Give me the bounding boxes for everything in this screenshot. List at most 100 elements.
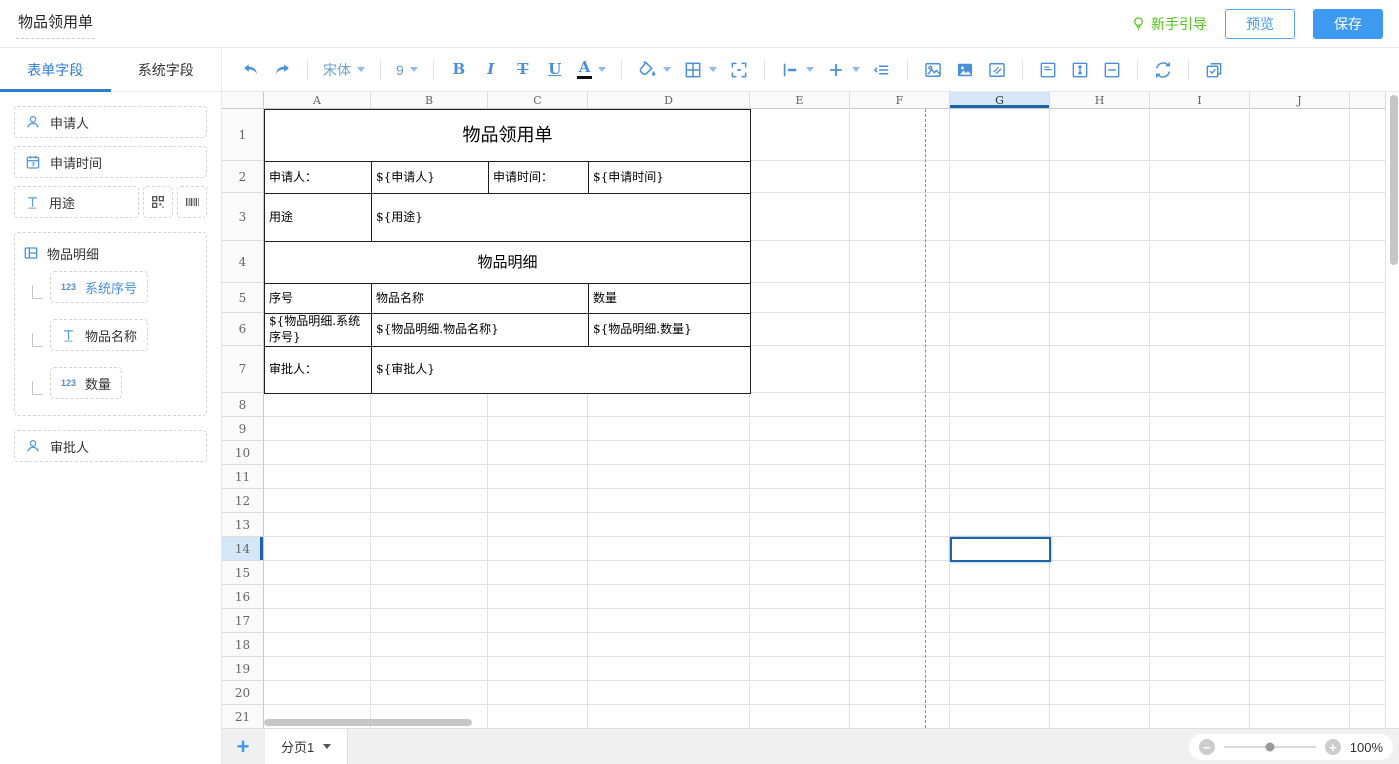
cell-r5c1[interactable]: 序号 [264, 283, 372, 314]
strikethrough-button[interactable]: T [510, 56, 536, 84]
image-filled-button[interactable] [952, 56, 978, 84]
field-purpose[interactable]: 用途 [14, 186, 139, 218]
row-header-3[interactable]: 3 [222, 193, 264, 241]
qrcode-button[interactable] [143, 186, 173, 218]
tab-system-fields[interactable]: 系统字段 [111, 48, 222, 91]
row-header-12[interactable]: 12 [222, 489, 264, 513]
font-family-select[interactable]: 宋体 [317, 60, 371, 80]
cell-r3c1[interactable]: 用途 [264, 193, 372, 242]
sheet-corner[interactable] [222, 92, 264, 109]
zoom-out-button[interactable]: − [1199, 739, 1215, 755]
cell-r2c3[interactable]: 申请时间： [488, 161, 589, 194]
field-apply-time[interactable]: 申请时间 [14, 146, 207, 178]
field-approver[interactable]: 审批人 [14, 430, 207, 462]
column-header-f[interactable]: F [850, 92, 950, 109]
cell-r2c2[interactable]: ${申请人} [371, 161, 489, 194]
zoom-slider[interactable] [1224, 746, 1316, 748]
row-header-14[interactable]: 14 [222, 537, 264, 561]
font-size-select[interactable]: 9 [390, 62, 424, 78]
column-header-b[interactable]: B [371, 92, 488, 109]
row-header-18[interactable]: 18 [222, 633, 264, 657]
row-header-10[interactable]: 10 [222, 441, 264, 465]
vertical-scrollbar[interactable] [1390, 95, 1398, 265]
cell-r2c4[interactable]: ${申请时间} [588, 161, 751, 194]
column-header-j[interactable]: J [1250, 92, 1350, 109]
cell-r6c4[interactable]: ${物品明细.数量} [588, 313, 751, 347]
row-header-1[interactable]: 1 [222, 109, 264, 161]
tab-form-fields[interactable]: 表单字段 [0, 48, 111, 91]
italic-button[interactable]: I [478, 56, 504, 84]
field-serial-number[interactable]: 123 系统序号 [50, 271, 148, 303]
row-header-6[interactable]: 6 [222, 313, 264, 346]
column-header-d[interactable]: D [588, 92, 750, 109]
row-header-5[interactable]: 5 [222, 283, 264, 313]
row-header-4[interactable]: 4 [222, 241, 264, 283]
page-title[interactable]: 物品领用单 [16, 9, 95, 39]
font-color-button[interactable]: A [574, 56, 610, 84]
row-height-button[interactable] [1067, 56, 1093, 84]
row-header-15[interactable]: 15 [222, 561, 264, 585]
copy-check-button[interactable] [1201, 56, 1227, 84]
zoom-level: 100% [1350, 740, 1383, 755]
watermark-button[interactable] [984, 56, 1010, 84]
row-height-icon [1070, 60, 1090, 80]
field-label: 用途 [49, 193, 75, 212]
tree-connector [32, 333, 43, 347]
cell-r6c1[interactable]: ${物品明细.系统序号} [264, 313, 372, 347]
preview-button[interactable]: 预览 [1225, 9, 1295, 39]
zoom-in-button[interactable]: + [1325, 739, 1341, 755]
underline-button[interactable]: U [542, 56, 568, 84]
barcode-button[interactable] [177, 186, 207, 218]
row-list-button[interactable] [869, 56, 895, 84]
divider-box-button[interactable] [1099, 56, 1125, 84]
column-header-e[interactable]: E [750, 92, 850, 109]
column-header-c[interactable]: C [488, 92, 588, 109]
field-applicant[interactable]: 申请人 [14, 106, 207, 138]
sheet-tab[interactable]: 分页1 [264, 729, 348, 764]
insert-button[interactable] [823, 56, 863, 84]
cell-r5c2[interactable]: 物品名称 [371, 283, 589, 314]
text-box-button[interactable] [1035, 56, 1061, 84]
group-header-detail[interactable]: 物品明细 [23, 241, 198, 265]
row-header-2[interactable]: 2 [222, 161, 264, 193]
bold-button[interactable]: B [446, 56, 472, 84]
row-header-11[interactable]: 11 [222, 465, 264, 489]
row-header-17[interactable]: 17 [222, 609, 264, 633]
cell-r7c2[interactable]: ${审批人} [371, 346, 751, 394]
borders-button[interactable] [680, 56, 720, 84]
row-header-20[interactable]: 20 [222, 681, 264, 705]
cell-r4c1[interactable]: 物品明细 [264, 241, 751, 284]
add-sheet-button[interactable]: + [222, 736, 264, 758]
column-header-a[interactable]: A [264, 92, 371, 109]
row-header-13[interactable]: 13 [222, 513, 264, 537]
fill-color-button[interactable] [634, 56, 674, 84]
cell-r2c1[interactable]: 申请人： [264, 161, 372, 194]
insert-image-button[interactable] [920, 56, 946, 84]
beginner-guide-link[interactable]: 新手引导 [1131, 14, 1207, 34]
save-button[interactable]: 保存 [1313, 9, 1383, 39]
zoom-slider-handle[interactable] [1265, 743, 1274, 752]
cell-r7c1[interactable]: 审批人： [264, 346, 372, 394]
refresh-button[interactable] [1150, 56, 1176, 84]
field-quantity[interactable]: 123 数量 [50, 367, 122, 399]
field-item-name[interactable]: 物品名称 [50, 319, 148, 351]
cell-r5c4[interactable]: 数量 [588, 283, 751, 314]
cell-r6c2[interactable]: ${物品明细.物品名称} [371, 313, 589, 347]
cell-r1c1[interactable]: 物品领用单 [264, 109, 751, 162]
row-header-9[interactable]: 9 [222, 417, 264, 441]
row-header-21[interactable]: 21 [222, 705, 264, 728]
align-button[interactable] [777, 56, 817, 84]
horizontal-scrollbar[interactable] [264, 719, 472, 726]
row-header-7[interactable]: 7 [222, 346, 264, 393]
row-header-16[interactable]: 16 [222, 585, 264, 609]
column-header-extra[interactable] [1350, 92, 1386, 109]
column-header-g[interactable]: G [950, 92, 1050, 109]
column-header-i[interactable]: I [1150, 92, 1250, 109]
row-header-8[interactable]: 8 [222, 393, 264, 417]
cell-r3c2[interactable]: ${用途} [371, 193, 751, 242]
column-header-h[interactable]: H [1050, 92, 1150, 109]
merge-cells-button[interactable] [726, 56, 752, 84]
redo-button[interactable] [269, 56, 295, 84]
undo-button[interactable] [237, 56, 263, 84]
row-header-19[interactable]: 19 [222, 657, 264, 681]
